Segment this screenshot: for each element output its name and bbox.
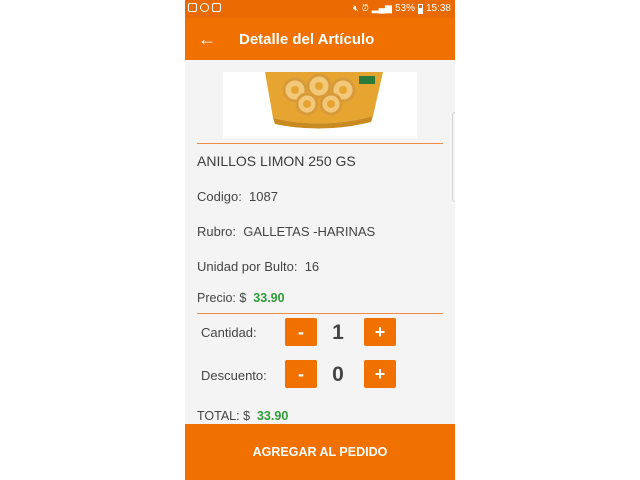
total-row: TOTAL: $ 33.90 xyxy=(197,409,288,423)
back-arrow-icon[interactable]: ← xyxy=(195,27,219,51)
quantity-value: 1 xyxy=(332,321,344,344)
notification-icons xyxy=(188,3,221,12)
code-row: Codigo: 1087 xyxy=(197,189,278,204)
price-row: Precio: $ 33.90 xyxy=(197,291,285,305)
code-value: 1087 xyxy=(249,189,278,204)
units-row: Unidad por Bulto: 16 xyxy=(197,259,319,274)
total-value: 33.90 xyxy=(256,409,289,423)
signal-icon: ▂▄▆ xyxy=(371,3,392,13)
discount-label: Descuento: xyxy=(201,368,267,383)
quantity-decrease-button[interactable]: - xyxy=(285,318,317,346)
divider xyxy=(197,143,443,144)
discount-decrease-button[interactable]: - xyxy=(285,360,317,388)
battery-icon xyxy=(417,3,423,14)
gmail-icon xyxy=(212,3,221,12)
discount-increase-button[interactable]: + xyxy=(364,360,396,388)
category-label: Rubro: xyxy=(197,224,237,239)
quantity-increase-button[interactable]: + xyxy=(364,318,396,346)
category-value: GALLETAS -HARINAS xyxy=(243,224,376,239)
divider xyxy=(197,313,443,314)
code-label: Codigo: xyxy=(197,189,242,204)
price-label: Precio: $ xyxy=(197,291,247,305)
alarm-icon: ⏰︎ xyxy=(361,3,369,13)
quantity-label: Cantidad: xyxy=(201,325,257,340)
product-name: ANILLOS LIMON 250 GS xyxy=(197,153,356,169)
units-label: Unidad por Bulto: xyxy=(197,259,298,274)
image-icon xyxy=(188,3,197,12)
whatsapp-icon xyxy=(200,3,209,12)
battery-percent: 53% xyxy=(394,3,415,14)
clock: 15:38 xyxy=(425,3,451,14)
category-row: Rubro: GALLETAS -HARINAS xyxy=(197,224,375,239)
discount-value: 0 xyxy=(332,363,344,386)
app-bar: ← Detalle del Artículo xyxy=(185,18,455,60)
price-value: 33.90 xyxy=(253,291,285,305)
units-value: 16 xyxy=(304,259,320,274)
status-indicators: 🔇︎ ⏰︎ ▂▄▆ 53% 15:38 xyxy=(353,3,451,14)
page-title: Detalle del Artículo xyxy=(239,31,375,48)
add-to-order-button[interactable]: AGREGAR AL PEDIDO xyxy=(185,424,455,480)
mute-icon: 🔇︎ xyxy=(353,3,359,13)
scroll-indicator xyxy=(452,112,455,202)
phone-screen: 🔇︎ ⏰︎ ▂▄▆ 53% 15:38 ← Detalle del Artícu… xyxy=(185,0,455,480)
status-bar: 🔇︎ ⏰︎ ▂▄▆ 53% 15:38 xyxy=(185,0,455,18)
total-label: TOTAL: $ xyxy=(197,409,251,423)
product-image xyxy=(223,72,417,138)
